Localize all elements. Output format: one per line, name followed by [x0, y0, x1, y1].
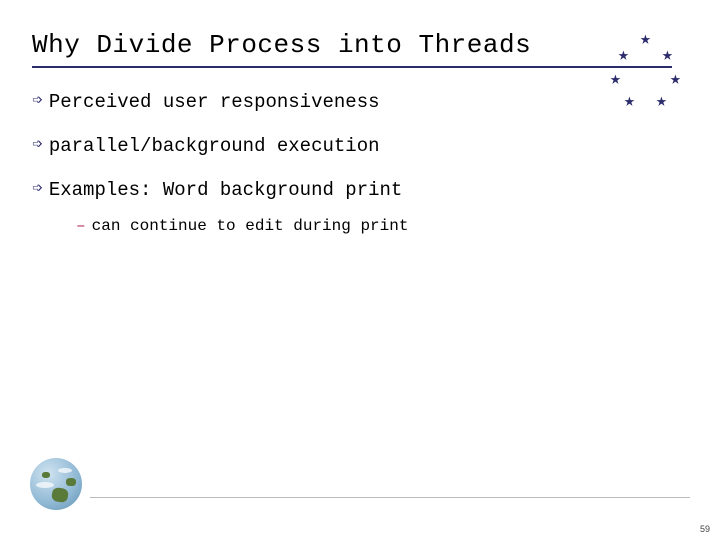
bullet-item: ➩ parallel/background execution [32, 134, 688, 158]
star-icon: ★ [618, 44, 629, 66]
bullet-item: ➩ Examples: Word background print [32, 178, 688, 202]
arrow-right-icon: ➩ [32, 90, 43, 114]
stars-decoration: ★ ★ ★ ★ ★ ★ ★ [610, 30, 690, 110]
footer-divider [90, 497, 690, 498]
title-divider [32, 66, 672, 68]
bullet-text: Examples: Word background print [49, 178, 402, 202]
dash-icon: – [76, 216, 86, 236]
star-icon: ★ [640, 28, 651, 50]
sub-bullet-item: – can continue to edit during print [76, 216, 688, 236]
star-icon: ★ [610, 68, 621, 90]
star-icon: ★ [624, 90, 635, 112]
sub-bullet-text: can continue to edit during print [92, 216, 409, 236]
bullet-text: parallel/background execution [49, 134, 380, 158]
bullet-text: Perceived user responsiveness [49, 90, 380, 114]
slide: ★ ★ ★ ★ ★ ★ ★ Why Divide Process into Th… [0, 0, 720, 540]
star-icon: ★ [656, 90, 667, 112]
globe-icon [30, 458, 82, 510]
arrow-right-icon: ➩ [32, 178, 43, 202]
star-icon: ★ [670, 68, 681, 90]
arrow-right-icon: ➩ [32, 134, 43, 158]
bullet-item: ➩ Perceived user responsiveness [32, 90, 688, 114]
page-number: 59 [700, 524, 710, 534]
slide-title: Why Divide Process into Threads [32, 30, 688, 60]
star-icon: ★ [662, 44, 673, 66]
